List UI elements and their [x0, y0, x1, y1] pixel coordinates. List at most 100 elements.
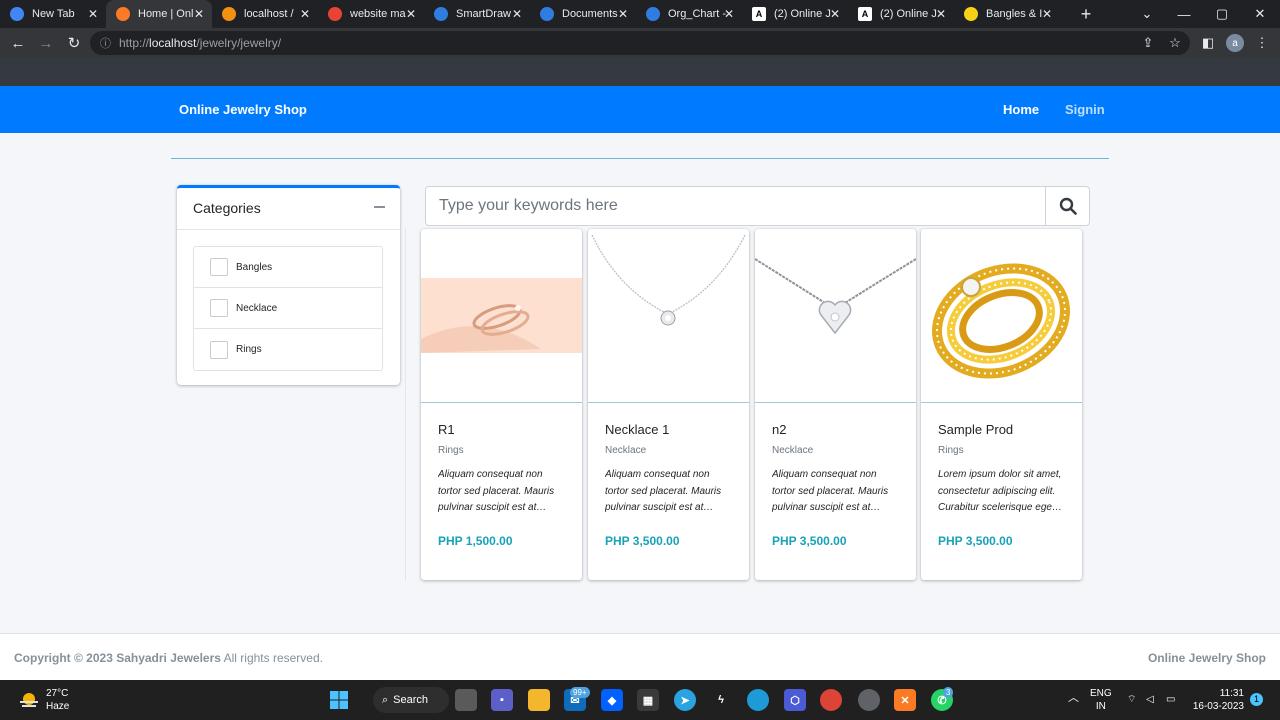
- product-name[interactable]: R1: [438, 422, 455, 437]
- search-input[interactable]: [426, 187, 1045, 225]
- edge-icon[interactable]: [747, 689, 769, 711]
- windows-taskbar: 27°C Haze ⌕ Search ▪ ✉ 99+ ◆ ▦ ➤ ϟ ⬡ ✕ ✆…: [0, 680, 1280, 720]
- app-bolt-icon[interactable]: ϟ: [710, 689, 732, 711]
- product-description: Aliquam consequat non tortor sed placera…: [772, 469, 889, 513]
- mail-badge: 99+: [570, 687, 590, 698]
- taskbar-search[interactable]: ⌕ Search: [373, 687, 449, 713]
- product-card[interactable]: Sample Prod Rings Lorem ipsum dolor sit …: [921, 229, 1082, 580]
- category-checkbox[interactable]: [210, 258, 228, 276]
- category-checkbox[interactable]: [210, 340, 228, 359]
- smartdraw-icon: [646, 7, 660, 21]
- minimize-icon[interactable]: —: [1164, 0, 1204, 28]
- categories-title: Categories: [193, 200, 261, 216]
- close-tab-icon[interactable]: ✕: [618, 7, 628, 21]
- category-item-rings[interactable]: Rings: [194, 329, 382, 370]
- product-description: Aliquam consequat non tortor sed placera…: [605, 469, 722, 513]
- battery-icon[interactable]: ▭: [1166, 693, 1175, 706]
- search-button[interactable]: [1045, 187, 1089, 225]
- product-image[interactable]: [588, 229, 749, 403]
- close-tab-icon[interactable]: ✕: [300, 7, 310, 21]
- product-image[interactable]: [921, 229, 1082, 403]
- wifi-icon[interactable]: ⌔: [1127, 693, 1136, 706]
- weather-widget[interactable]: 27°C Haze: [18, 687, 69, 713]
- maximize-icon[interactable]: ▢: [1202, 0, 1242, 28]
- task-view-icon[interactable]: [455, 689, 477, 711]
- close-tab-icon[interactable]: ✕: [1042, 7, 1052, 21]
- volume-icon[interactable]: ◁: [1146, 693, 1154, 706]
- reload-icon[interactable]: ↻: [61, 30, 87, 56]
- url-host: localhost: [149, 36, 197, 50]
- product-name[interactable]: Necklace 1: [605, 422, 669, 437]
- browser-tab[interactable]: A (2) Online J ✕: [848, 0, 954, 28]
- browser-tab-label: Documents: [562, 8, 618, 20]
- copyright-text: Copyright © 2023 Sahyadri Jewelers All r…: [14, 651, 323, 665]
- microsoft-store-icon[interactable]: ▦: [637, 689, 659, 711]
- browser-tab-label: website ma: [350, 8, 406, 20]
- product-card[interactable]: Necklace 1 Necklace Aliquam consequat no…: [588, 229, 749, 580]
- back-icon[interactable]: ←: [5, 30, 31, 56]
- close-tab-icon[interactable]: ✕: [936, 7, 946, 21]
- forward-icon[interactable]: →: [33, 30, 59, 56]
- product-card[interactable]: n2 Necklace Aliquam consequat non tortor…: [755, 229, 916, 580]
- phpmyadmin-icon: [222, 7, 236, 21]
- dropbox-icon[interactable]: ◆: [601, 689, 623, 711]
- language-indicator[interactable]: ENG IN: [1090, 687, 1112, 713]
- product-price: PHP 1,500.00: [438, 534, 513, 548]
- chrome-icon[interactable]: [820, 689, 842, 711]
- close-tab-icon[interactable]: ✕: [194, 7, 204, 21]
- collapse-minus-icon[interactable]: [372, 197, 386, 217]
- profile-avatar[interactable]: a: [1226, 34, 1244, 52]
- browser-tab[interactable]: Org_Chart - ✕: [636, 0, 742, 28]
- product-card[interactable]: R1 Rings Aliquam consequat non tortor se…: [421, 229, 582, 580]
- clock[interactable]: 11:31 16-03-2023: [1190, 687, 1244, 713]
- telegram-icon[interactable]: ➤: [674, 689, 696, 711]
- category-label: Rings: [236, 344, 262, 355]
- site-brand[interactable]: Online Jewelry Shop: [179, 102, 307, 117]
- tray-overflow-icon[interactable]: ︿: [1068, 692, 1079, 705]
- browser-menu-icon[interactable]: ⋮: [1253, 34, 1271, 52]
- browser-tab-strip: New Tab ✕ Home | Onl ✕ localhost / ✕ website m…: [0, 0, 1280, 28]
- close-tab-icon[interactable]: ✕: [88, 7, 98, 21]
- teams-chat-icon[interactable]: ▪: [491, 689, 513, 711]
- notification-badge[interactable]: 1: [1250, 693, 1263, 706]
- share-icon[interactable]: ⇪: [1139, 34, 1157, 52]
- new-tab-icon[interactable]: +: [1072, 4, 1100, 25]
- product-price: PHP 3,500.00: [772, 534, 847, 548]
- product-image[interactable]: [421, 229, 582, 403]
- category-label: Necklace: [236, 302, 278, 314]
- close-window-icon[interactable]: ✕: [1240, 0, 1280, 28]
- chrome-profile-icon[interactable]: [858, 689, 880, 711]
- browser-tab[interactable]: New Tab ✕: [0, 0, 106, 28]
- a-icon: A: [752, 7, 766, 21]
- nav-home-link[interactable]: Home: [1003, 102, 1039, 117]
- close-tab-icon[interactable]: ✕: [406, 7, 416, 21]
- file-explorer-icon[interactable]: [528, 689, 550, 711]
- browser-tab[interactable]: Home | Onl ✕: [106, 0, 212, 28]
- bookmark-star-icon[interactable]: ☆: [1166, 34, 1184, 52]
- close-tab-icon[interactable]: ✕: [512, 7, 522, 21]
- product-name[interactable]: Sample Prod: [938, 422, 1013, 437]
- browser-tab-label: (2) Online J: [774, 8, 831, 20]
- browser-tab[interactable]: Documents ✕: [530, 0, 636, 28]
- category-item-necklace[interactable]: Necklace: [194, 288, 382, 329]
- app-hex-icon[interactable]: ⬡: [784, 689, 806, 711]
- browser-tab[interactable]: Bangles & I ✕: [954, 0, 1060, 28]
- close-tab-icon[interactable]: ✕: [724, 7, 734, 21]
- tab-search-icon[interactable]: ⌄: [1127, 0, 1167, 28]
- browser-tab[interactable]: SmartDraw ✕: [424, 0, 530, 28]
- address-bar[interactable]: ⓘ http://localhost/jewelry/jewelry/: [90, 31, 1190, 55]
- windows-start-icon[interactable]: [328, 689, 350, 711]
- xampp-icon[interactable]: ✕: [894, 689, 916, 711]
- site-navbar: Online Jewelry Shop Home Signin: [0, 86, 1280, 133]
- side-panel-icon[interactable]: ◧: [1199, 34, 1217, 52]
- category-item-bangles[interactable]: Bangles: [194, 247, 382, 288]
- nav-signin-link[interactable]: Signin: [1065, 102, 1105, 117]
- product-name[interactable]: n2: [772, 422, 786, 437]
- close-tab-icon[interactable]: ✕: [830, 7, 840, 21]
- browser-tab[interactable]: A (2) Online J ✕: [742, 0, 848, 28]
- product-image[interactable]: [755, 229, 916, 403]
- browser-tab[interactable]: localhost / ✕: [212, 0, 318, 28]
- site-info-icon[interactable]: ⓘ: [100, 35, 111, 51]
- category-checkbox[interactable]: [210, 299, 228, 317]
- browser-tab[interactable]: website ma ✕: [318, 0, 424, 28]
